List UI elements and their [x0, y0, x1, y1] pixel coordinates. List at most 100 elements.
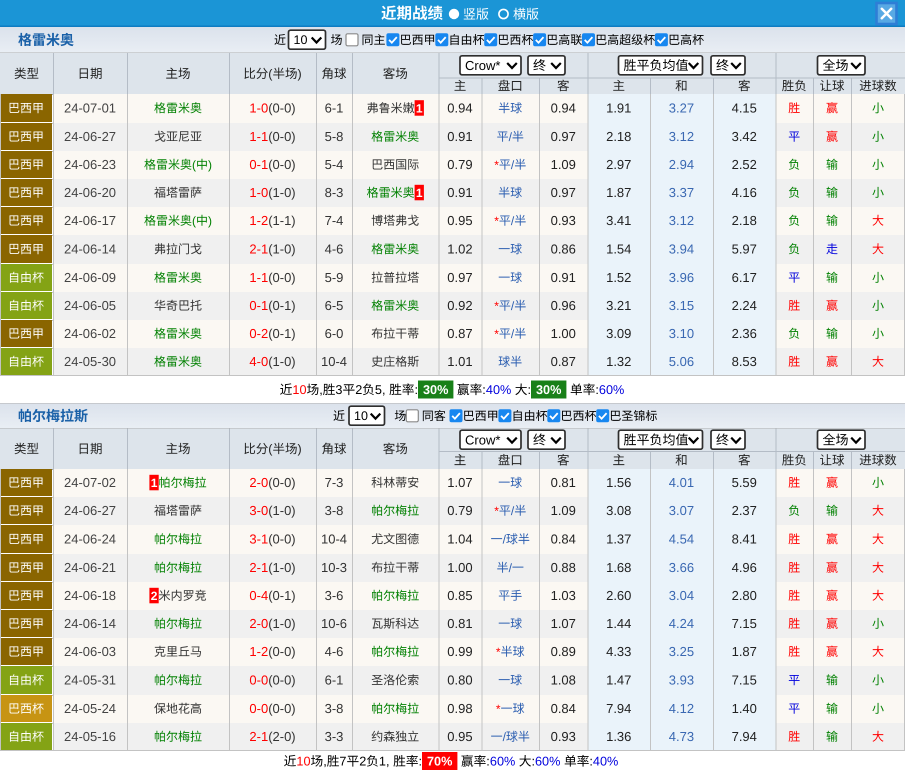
svg-text:1.04: 1.04 — [447, 532, 472, 547]
svg-text:): ) — [298, 442, 302, 456]
svg-text:2: 2 — [359, 755, 366, 769]
svg-text:3.10: 3.10 — [669, 326, 694, 341]
svg-text:(0-0): (0-0) — [268, 644, 295, 659]
svg-text:(1-0): (1-0) — [268, 242, 295, 257]
svg-text:8.41: 8.41 — [732, 532, 757, 547]
svg-text:24-05-24: 24-05-24 — [64, 701, 116, 716]
svg-text:0.88: 0.88 — [551, 560, 576, 575]
svg-text:*: * — [494, 327, 499, 341]
svg-text:2.94: 2.94 — [669, 157, 694, 172]
svg-text:1-0: 1-0 — [249, 185, 268, 200]
svg-text:1-0: 1-0 — [249, 101, 268, 116]
svg-text:0.91: 0.91 — [447, 129, 472, 144]
svg-text:10-4: 10-4 — [321, 354, 347, 369]
svg-text:5-9: 5-9 — [325, 270, 344, 285]
svg-text:0.93: 0.93 — [551, 213, 576, 228]
svg-text:40%: 40% — [486, 383, 511, 397]
svg-text:(0-0): (0-0) — [268, 701, 295, 716]
svg-text:2.60: 2.60 — [606, 588, 631, 603]
svg-text:Crow*: Crow* — [465, 432, 500, 447]
svg-text:7-3: 7-3 — [325, 475, 344, 490]
svg-text:1.07: 1.07 — [447, 475, 472, 490]
svg-text:2.36: 2.36 — [732, 326, 757, 341]
svg-text:7.15: 7.15 — [732, 616, 757, 631]
svg-text:0.99: 0.99 — [447, 644, 472, 659]
svg-text:0.98: 0.98 — [447, 701, 472, 716]
svg-text:1-2: 1-2 — [249, 213, 268, 228]
svg-text:(1-0): (1-0) — [268, 354, 295, 369]
svg-text:0-4: 0-4 — [249, 588, 268, 603]
svg-text:1,: 1, — [379, 755, 390, 769]
svg-text:4.16: 4.16 — [732, 185, 757, 200]
svg-text:(0-0): (0-0) — [268, 101, 295, 116]
svg-text:1.52: 1.52 — [606, 270, 631, 285]
svg-text:5.97: 5.97 — [732, 242, 757, 257]
svg-text:0.80: 0.80 — [447, 673, 472, 688]
svg-text:24-06-27: 24-06-27 — [64, 503, 116, 518]
svg-text:60%: 60% — [535, 755, 560, 769]
svg-text:2.80: 2.80 — [732, 588, 757, 603]
svg-text:0.81: 0.81 — [447, 616, 472, 631]
svg-text:3.15: 3.15 — [669, 298, 694, 313]
svg-text:1.36: 1.36 — [606, 729, 631, 744]
svg-text:1.68: 1.68 — [606, 560, 631, 575]
svg-text:): ) — [298, 67, 302, 81]
svg-text:1.09: 1.09 — [551, 157, 576, 172]
svg-text:6-1: 6-1 — [325, 673, 344, 688]
svg-text:2-0: 2-0 — [249, 616, 268, 631]
svg-text:0.97: 0.97 — [447, 270, 472, 285]
svg-text:1.91: 1.91 — [606, 101, 631, 116]
svg-text:3.21: 3.21 — [606, 298, 631, 313]
svg-text:2: 2 — [151, 589, 158, 603]
svg-text:4.54: 4.54 — [669, 532, 694, 547]
svg-text:(1-0): (1-0) — [268, 616, 295, 631]
svg-text:1.87: 1.87 — [606, 185, 631, 200]
svg-text:*: * — [496, 645, 501, 659]
svg-text:(0-1): (0-1) — [268, 298, 295, 313]
svg-text:1-1: 1-1 — [249, 270, 268, 285]
svg-text:0-2: 0-2 — [249, 326, 268, 341]
svg-text:(1-1): (1-1) — [268, 213, 295, 228]
svg-text:6-5: 6-5 — [325, 298, 344, 313]
svg-text:1.02: 1.02 — [447, 242, 472, 257]
svg-text:30%: 30% — [423, 383, 448, 397]
svg-text:3: 3 — [335, 383, 342, 397]
svg-text:60%: 60% — [490, 755, 515, 769]
svg-text:1.01: 1.01 — [447, 354, 472, 369]
svg-text:1.87: 1.87 — [732, 644, 757, 659]
svg-text:0.84: 0.84 — [551, 701, 576, 716]
svg-text:1.56: 1.56 — [606, 475, 631, 490]
svg-text:3.12: 3.12 — [669, 213, 694, 228]
svg-text:24-06-21: 24-06-21 — [64, 560, 116, 575]
svg-text:3.37: 3.37 — [669, 185, 694, 200]
svg-text:0.95: 0.95 — [447, 213, 472, 228]
svg-text:0.79: 0.79 — [447, 503, 472, 518]
svg-text:10: 10 — [294, 33, 308, 47]
svg-text:2.18: 2.18 — [606, 129, 631, 144]
svg-text:24-07-01: 24-07-01 — [64, 101, 116, 116]
svg-text:3.12: 3.12 — [669, 129, 694, 144]
svg-text:2.97: 2.97 — [606, 157, 631, 172]
svg-text:0-0: 0-0 — [249, 673, 268, 688]
svg-text:,: , — [319, 383, 323, 397]
svg-text:24-06-24: 24-06-24 — [64, 532, 116, 547]
svg-text:2.37: 2.37 — [732, 503, 757, 518]
svg-text:1.44: 1.44 — [606, 616, 631, 631]
svg-text:0.84: 0.84 — [551, 532, 576, 547]
svg-text:5.59: 5.59 — [732, 475, 757, 490]
svg-text:1.37: 1.37 — [606, 532, 631, 547]
svg-text:4.96: 4.96 — [732, 560, 757, 575]
svg-text:24-06-02: 24-06-02 — [64, 326, 116, 341]
svg-text:3-1: 3-1 — [249, 532, 268, 547]
svg-text:5,: 5, — [375, 383, 386, 397]
svg-text:(0-0): (0-0) — [268, 475, 295, 490]
svg-text:30%: 30% — [536, 383, 561, 397]
svg-text::: : — [419, 755, 423, 769]
svg-text:2-1: 2-1 — [249, 560, 268, 575]
svg-text:7-4: 7-4 — [325, 213, 344, 228]
svg-text:3.94: 3.94 — [669, 242, 694, 257]
svg-text:24-05-16: 24-05-16 — [64, 729, 116, 744]
svg-text:10: 10 — [354, 409, 368, 423]
svg-text:24-06-17: 24-06-17 — [64, 213, 116, 228]
svg-text:4.15: 4.15 — [732, 101, 757, 116]
